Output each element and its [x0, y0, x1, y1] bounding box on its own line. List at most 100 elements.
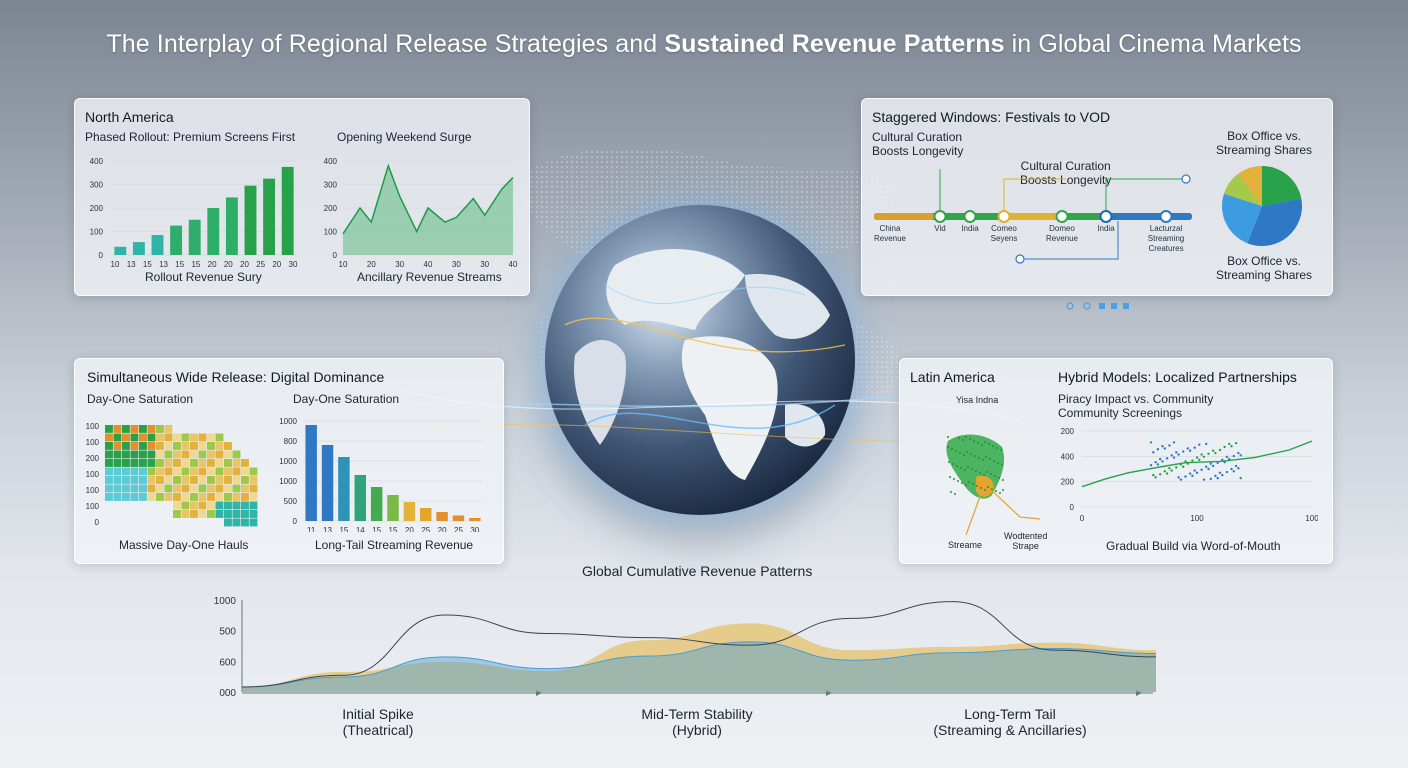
- map-dot: [990, 487, 994, 491]
- y-tick-label: 800: [284, 437, 298, 446]
- heatmap-cell: [173, 433, 181, 442]
- map-dot: [998, 491, 1002, 495]
- heatmap-cell: [190, 484, 198, 493]
- scatter-point: [1195, 471, 1199, 474]
- heatmap-cell: [181, 459, 190, 467]
- heatmap-cell: [139, 467, 147, 476]
- bar: [354, 475, 366, 521]
- heatmap-cell: [190, 476, 198, 484]
- heatmap-cell: [113, 484, 122, 493]
- heatmap-cell: [207, 510, 215, 518]
- scatter-point: [1177, 453, 1180, 456]
- release-timeline: China RevenueVid India Comeo SeyensDomeo Reve…: [874, 169, 1192, 264]
- y-tick-label: 0: [333, 251, 338, 260]
- map-dot: [983, 488, 987, 492]
- scatter-point: [1156, 448, 1160, 451]
- map-dot: [978, 471, 982, 475]
- scatter-point: [1175, 466, 1178, 469]
- map-dot: [984, 455, 988, 459]
- heatmap-cell: [224, 450, 232, 459]
- map-dot: [956, 479, 960, 483]
- map-dot: [997, 476, 1001, 480]
- heatmap-cell: [215, 493, 224, 501]
- x-tick-label: 20: [438, 526, 447, 532]
- heatmap-cell: [164, 493, 173, 501]
- map-dot: [992, 459, 996, 463]
- heatmap-cell: [215, 484, 224, 493]
- timeline-label: India: [1097, 224, 1115, 233]
- map-dot: [965, 450, 969, 454]
- heatmap-cell: [113, 459, 122, 467]
- y-tick-label: 300: [324, 181, 338, 190]
- bar: [370, 487, 383, 521]
- latin-america-heading: Latin America: [910, 369, 995, 385]
- heatmap-cell: [207, 476, 215, 484]
- heatmap-cell: [198, 459, 207, 467]
- scatter-point: [1170, 454, 1173, 457]
- timeline-node: [933, 210, 947, 223]
- scatter-point: [1237, 467, 1240, 470]
- latin-america-shape: [946, 434, 1005, 499]
- y-tick-label: 400: [90, 157, 104, 166]
- heatmap-cell: [139, 433, 147, 442]
- scatter-point: [1230, 467, 1233, 471]
- scatter-point: [1188, 449, 1192, 452]
- scatter-point: [1188, 472, 1192, 475]
- long-tail-caption: Long-Tail Streaming Revenue: [315, 538, 474, 552]
- heatmap-cell: [164, 450, 173, 459]
- timeline-end-node: [1015, 254, 1025, 264]
- long-tail-title: Day-One Saturation: [293, 392, 400, 406]
- hybrid-models-heading: Hybrid Models: Localized Partnerships: [1058, 369, 1297, 385]
- heatmap-cell: [198, 476, 207, 484]
- y-tick-label: 1000: [279, 457, 297, 466]
- heatmap-cell: [122, 467, 130, 476]
- heatmap-cell: [207, 484, 215, 493]
- scatter-point: [1211, 464, 1215, 468]
- y-tick-label: 500: [219, 627, 236, 638]
- title-part-2: Sustained Revenue Patterns: [664, 30, 1005, 58]
- heatmap-cell: [181, 450, 190, 459]
- map-dot: [950, 447, 954, 451]
- scatter-point: [1195, 456, 1199, 459]
- heatmap-cell: [164, 484, 173, 493]
- heatmap-cell: [105, 484, 113, 493]
- map-dot: [995, 446, 999, 450]
- x-tick-label: 15: [339, 526, 348, 532]
- scatter-point: [1216, 476, 1219, 480]
- trend-line: [1081, 440, 1313, 488]
- heatmap-cell: [147, 433, 156, 442]
- scatter-point: [1149, 441, 1153, 444]
- heatmap-cell: [249, 518, 258, 527]
- map-dot: [973, 454, 977, 458]
- bar: [321, 445, 334, 521]
- y-tick-label: 200: [90, 204, 104, 213]
- map-dot: [946, 445, 950, 449]
- x-tick-label: 15: [389, 526, 398, 532]
- map-dot: [948, 475, 952, 479]
- y-tick-label: 000: [219, 688, 236, 699]
- heatmap-cell: [173, 442, 181, 450]
- scatter-point: [1152, 451, 1155, 454]
- scatter-point: [1179, 478, 1183, 481]
- bar: [420, 508, 432, 521]
- map-dot: [983, 440, 987, 444]
- heatmap-cell: [190, 501, 198, 510]
- heatmap-cell: [156, 467, 164, 476]
- heatmap-cell: [156, 442, 164, 450]
- scatter-point: [1237, 451, 1240, 455]
- staggered-windows-heading: Staggered Windows: Festivals to VOD: [872, 109, 1111, 125]
- bar: [263, 178, 276, 255]
- heatmap-cell: [156, 425, 164, 433]
- simultaneous-release-heading: Simultaneous Wide Release: Digital Domin…: [87, 369, 385, 385]
- heatmap-cell: [190, 467, 198, 476]
- heatmap-cell: [224, 493, 232, 501]
- scatter-point: [1239, 454, 1242, 457]
- latin-america-panel: Latin America Hybrid Models: Localized P…: [899, 358, 1333, 564]
- x-tick-label: 20: [405, 526, 414, 532]
- heatmap-cell: [190, 442, 198, 450]
- connector-line: [1003, 178, 1066, 216]
- scatter-point: [1156, 463, 1160, 466]
- heatmap-cell: [207, 501, 215, 510]
- heatmap-cell: [181, 442, 190, 450]
- heatmap-cell: [249, 501, 258, 510]
